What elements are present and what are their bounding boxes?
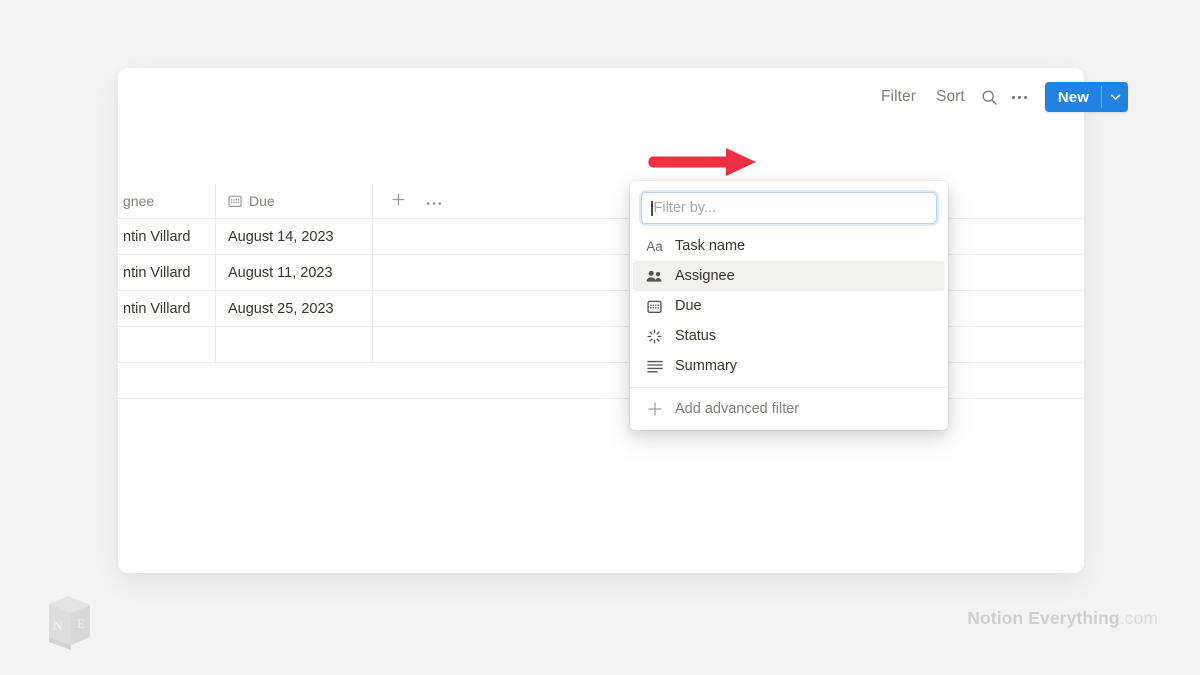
red-arrow-pointing-right: [644, 146, 762, 178]
calendar-icon: [645, 299, 664, 314]
add-advanced-filter-label: Add advanced filter: [675, 401, 799, 417]
new-button-dropdown-toggle[interactable]: [1102, 82, 1128, 112]
add-advanced-filter-button[interactable]: Add advanced filter: [633, 394, 945, 424]
plus-icon: [645, 401, 664, 417]
column-header-assignee-label: gnee: [123, 193, 154, 209]
text-cursor: [651, 201, 653, 216]
calendar-icon: [228, 194, 242, 208]
plus-icon[interactable]: [391, 192, 406, 210]
database-toolbar: Filter Sort New: [871, 80, 1128, 114]
watermark-brand: Notion Everything: [967, 608, 1119, 628]
filter-option-label: Due: [675, 298, 702, 314]
cell-assignee[interactable]: ntin Villard: [118, 255, 216, 290]
cell-due-text: August 14, 2023: [228, 229, 334, 245]
site-watermark: Notion Everything.com: [967, 608, 1158, 629]
filter-option-label: Status: [675, 328, 716, 344]
cell-due-text: August 11, 2023: [228, 265, 333, 281]
new-button-group[interactable]: New: [1045, 82, 1128, 112]
ellipsis-icon[interactable]: [1005, 82, 1035, 112]
logo-letter-n: N: [53, 618, 63, 633]
people-icon: [645, 270, 664, 283]
cell-assignee-empty[interactable]: [118, 327, 216, 362]
cell-due-text: August 25, 2023: [228, 301, 334, 317]
filter-search-input[interactable]: Filter by...: [642, 193, 936, 223]
new-button-label: New: [1058, 89, 1089, 106]
notion-everything-cube-logo: N E: [38, 592, 98, 654]
cell-due[interactable]: August 11, 2023: [216, 255, 373, 290]
cell-assignee-text: ntin Villard: [123, 229, 190, 245]
ellipsis-icon[interactable]: [426, 193, 442, 209]
column-header-assignee[interactable]: gnee: [118, 184, 216, 218]
text-aa-icon: Aa: [645, 239, 664, 254]
filter-option-label: Summary: [675, 358, 737, 374]
filter-option-task-name[interactable]: Aa Task name: [633, 231, 945, 261]
logo-letter-e: E: [77, 616, 85, 631]
column-header-due[interactable]: Due: [216, 184, 373, 218]
filter-dropdown-menu: Filter by... Aa Task name Assignee: [630, 181, 948, 430]
menu-divider: [630, 387, 948, 388]
watermark-tld: .com: [1120, 608, 1158, 628]
filter-option-assignee[interactable]: Assignee: [633, 261, 945, 291]
filter-option-label: Task name: [675, 238, 745, 254]
search-icon[interactable]: [975, 82, 1005, 112]
cell-due[interactable]: August 25, 2023: [216, 291, 373, 326]
filter-option-status[interactable]: Status: [633, 321, 945, 351]
cell-assignee[interactable]: ntin Villard: [118, 291, 216, 326]
sort-button[interactable]: Sort: [926, 84, 975, 110]
cell-due-empty[interactable]: [216, 327, 373, 362]
cell-due[interactable]: August 14, 2023: [216, 219, 373, 254]
filter-option-summary[interactable]: Summary: [633, 351, 945, 381]
cell-assignee-text: ntin Villard: [123, 301, 190, 317]
filter-button[interactable]: Filter: [871, 84, 926, 110]
new-button[interactable]: New: [1045, 82, 1101, 112]
text-lines-icon: [645, 360, 664, 373]
filter-search-wrapper: Filter by...: [630, 181, 948, 231]
column-header-due-label: Due: [249, 193, 275, 209]
chevron-down-icon: [1110, 88, 1121, 106]
cell-assignee[interactable]: ntin Villard: [118, 219, 216, 254]
filter-option-label: Assignee: [675, 268, 735, 284]
cell-assignee-text: ntin Villard: [123, 265, 190, 281]
status-spinner-icon: [645, 329, 664, 344]
filter-option-due[interactable]: Due: [633, 291, 945, 321]
filter-search-placeholder: Filter by...: [654, 200, 717, 216]
